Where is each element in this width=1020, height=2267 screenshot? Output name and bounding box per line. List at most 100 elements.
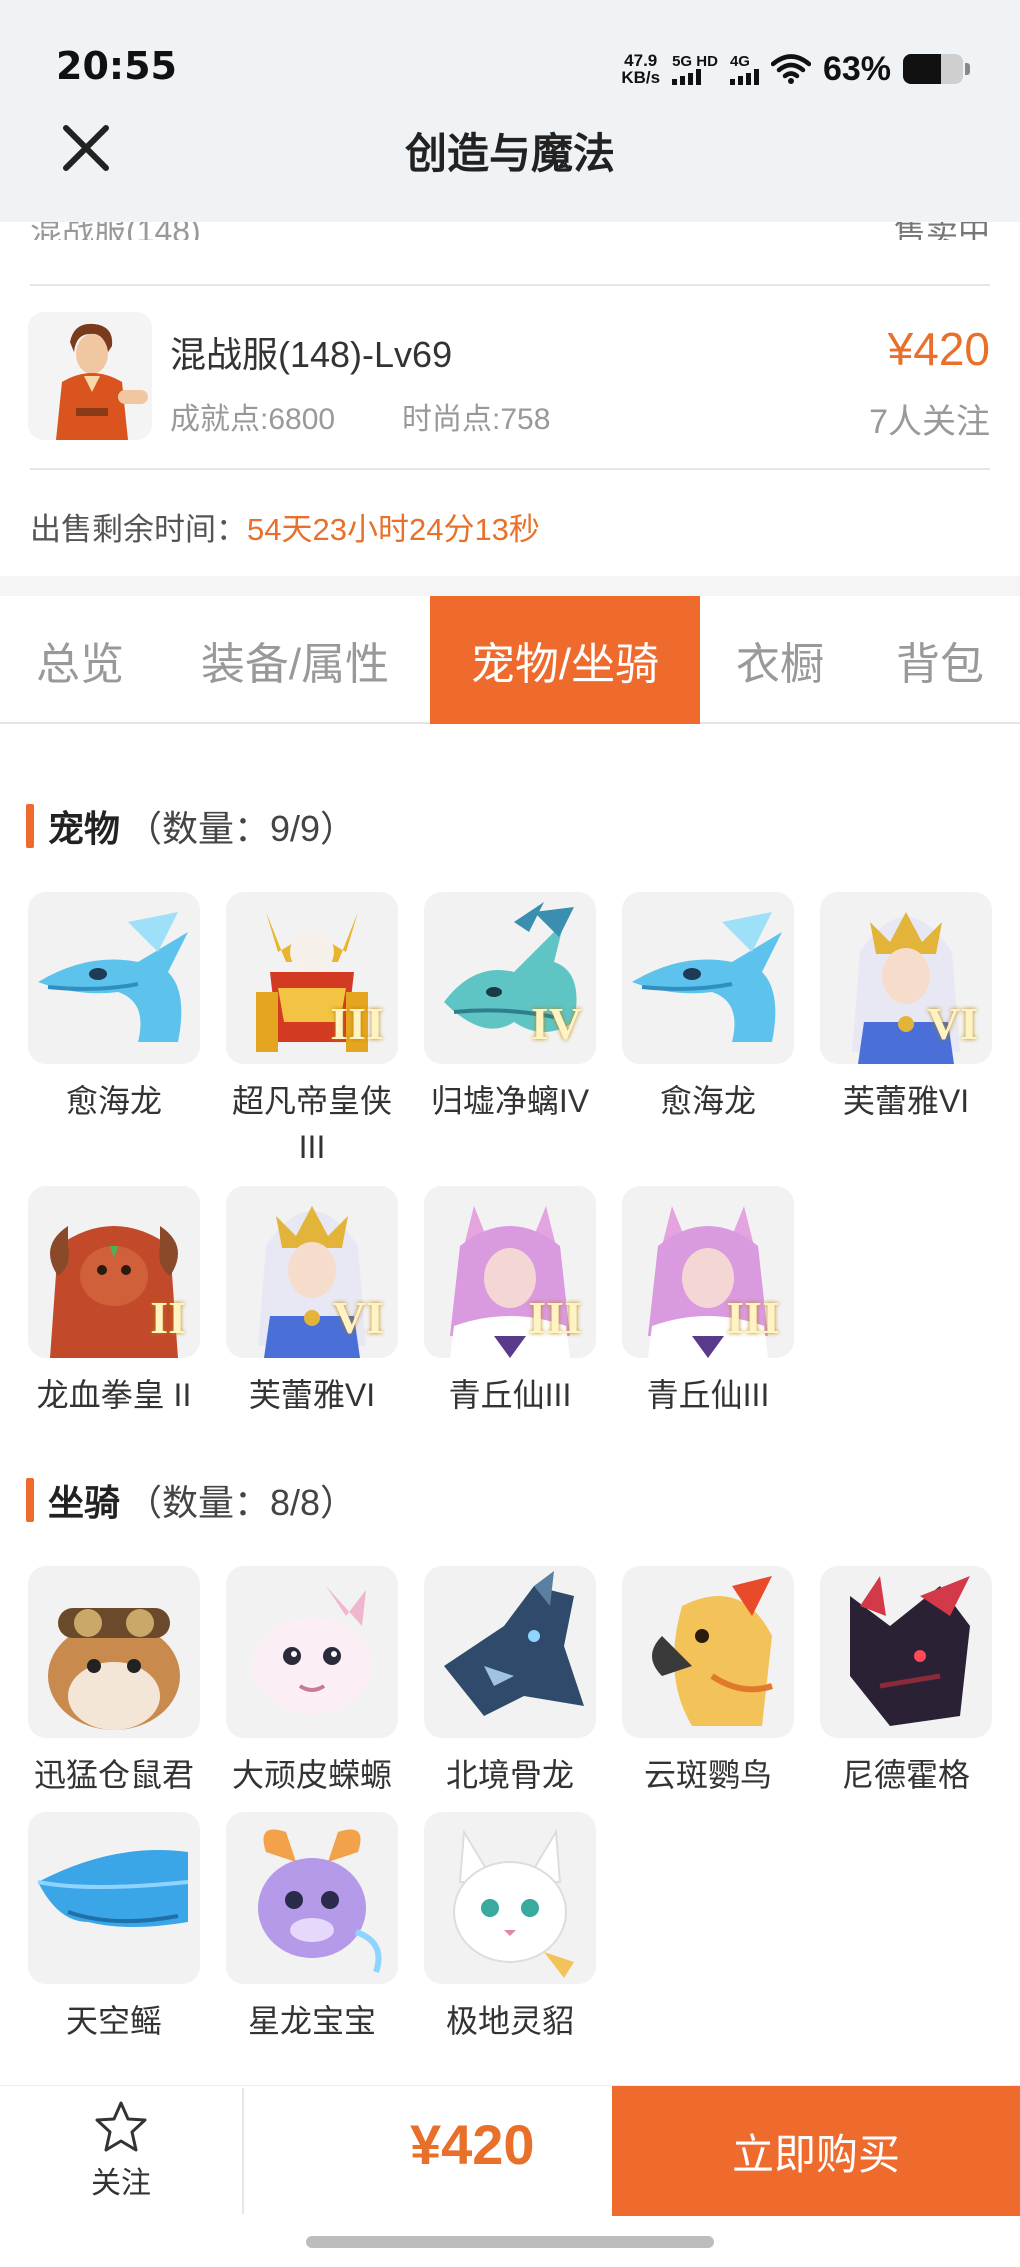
- mount-name: 极地灵貂: [445, 2003, 574, 2039]
- pet-item[interactable]: II 龙血拳皇 II: [28, 1186, 200, 1418]
- rank-badge: III: [528, 1292, 582, 1343]
- tab-overview[interactable]: 总览: [0, 596, 160, 724]
- mount-name: 云斑鹦鸟: [643, 1757, 772, 1793]
- previous-row-right: 售卖中: [893, 222, 990, 240]
- pet-item[interactable]: IV 归墟净螭IV: [424, 892, 596, 1124]
- section-separator: [0, 576, 1020, 596]
- mount-name: 北境骨龙: [445, 1757, 574, 1793]
- followers-count: 7人关注: [869, 403, 990, 441]
- pets-title: 宠物: [48, 808, 121, 849]
- network-speed-unit: KB/s: [621, 68, 661, 87]
- previous-row-cut: 混战服(148) 售卖中: [0, 222, 1020, 240]
- fox-fairy-icon: III: [622, 1186, 794, 1358]
- mount-name: 天空鳐: [65, 2003, 162, 2039]
- bottom-action-bar: 关注 ¥420 立即购买: [0, 2085, 1020, 2216]
- mounts-count: （数量：8/8）: [126, 1482, 357, 1523]
- tab-equipment[interactable]: 装备/属性: [160, 596, 430, 724]
- pet-item[interactable]: VI 芙蕾雅VI: [820, 892, 992, 1124]
- buy-now-button[interactable]: 立即购买: [612, 2086, 1020, 2216]
- mount-name: 星龙宝宝: [247, 2003, 376, 2039]
- mount-item[interactable]: 云斑鹦鸟: [622, 1566, 794, 1798]
- mount-name: 迅猛仓鼠君: [33, 1757, 194, 1793]
- baby-dragon-icon: [226, 1812, 398, 1984]
- pet-name: 愈海龙: [65, 1083, 162, 1119]
- mount-item[interactable]: 北境骨龙: [424, 1566, 596, 1798]
- buy-now-label: 立即购买: [731, 2130, 900, 2178]
- pet-name: 愈海龙: [659, 1083, 756, 1119]
- ice-dragon-icon: [622, 892, 794, 1064]
- mount-item[interactable]: 天空鳐: [28, 1812, 200, 2044]
- dark-dragon-icon: [820, 1566, 992, 1738]
- rank-badge: III: [330, 998, 384, 1049]
- signal-bars-icon: [672, 68, 702, 85]
- mount-item[interactable]: 尼德霍格: [820, 1566, 992, 1798]
- achievement-points: 成就点:6800: [170, 403, 336, 436]
- remaining-time-value: 54天23小时24分13秒: [247, 512, 540, 547]
- remaining-time-label: 出售剩余时间：: [30, 512, 247, 547]
- pet-item[interactable]: III 青丘仙III: [424, 1186, 596, 1418]
- mount-name: 大顽皮蝾螈: [231, 1757, 392, 1793]
- pet-item[interactable]: III 青丘仙III: [622, 1186, 794, 1418]
- axolotl-icon: [226, 1566, 398, 1738]
- follow-button[interactable]: 关注: [0, 2086, 242, 2216]
- home-indicator[interactable]: [306, 2236, 714, 2248]
- mount-name: 尼德霍格: [841, 1757, 970, 1793]
- battery-cap: [965, 63, 970, 75]
- top-bar: 20:55 47.9 KB/s 5G HD 4G 63% 创造与魔法: [0, 0, 1020, 222]
- pet-item[interactable]: 愈海龙: [28, 892, 200, 1124]
- follow-label: 关注: [91, 2167, 151, 2200]
- ice-dragon-icon: [28, 892, 200, 1064]
- rank-badge: IV: [530, 998, 582, 1049]
- snow-fox-icon: [424, 1812, 596, 1984]
- page-title: 创造与魔法: [404, 130, 615, 177]
- mount-item[interactable]: 星龙宝宝: [226, 1812, 398, 2044]
- divider: [242, 2088, 244, 2214]
- tab-label: 宠物/坐骑: [470, 640, 660, 689]
- sky-ray-icon: [28, 1812, 200, 1984]
- tab-wardrobe[interactable]: 衣橱: [700, 596, 860, 724]
- mount-item[interactable]: 极地灵貂: [424, 1812, 596, 2044]
- pets-section-title: 宠物 （数量：9/9）: [26, 800, 356, 852]
- rank-badge: VI: [332, 1292, 384, 1343]
- divider: [30, 468, 990, 470]
- tab-backpack[interactable]: 背包: [860, 596, 1020, 724]
- pet-item[interactable]: 愈海龙: [622, 892, 794, 1124]
- divider: [30, 284, 990, 286]
- battery-icon: [903, 54, 963, 84]
- wifi-icon: [770, 54, 811, 84]
- bone-dragon-icon: [424, 1566, 596, 1738]
- tab-label: 总览: [36, 640, 124, 689]
- status-time: 20:55: [56, 44, 177, 88]
- signal-bars-icon: [729, 68, 759, 85]
- signal-5g: 5G HD: [672, 54, 718, 85]
- valkyrie-icon: VI: [820, 892, 992, 1064]
- mount-item[interactable]: 大顽皮蝾螈: [226, 1566, 398, 1798]
- pet-name: 芙蕾雅VI: [842, 1083, 970, 1119]
- status-bar: 20:55 47.9 KB/s 5G HD 4G 63%: [0, 0, 1020, 120]
- rank-badge: VI: [926, 998, 978, 1049]
- star-icon: [95, 2101, 147, 2152]
- pet-item[interactable]: VI 芙蕾雅VI: [226, 1186, 398, 1418]
- tab-pets-mounts[interactable]: 宠物/坐骑: [430, 596, 700, 724]
- mount-item[interactable]: 迅猛仓鼠君: [28, 1566, 200, 1798]
- section-marker: [26, 1478, 34, 1522]
- pet-item[interactable]: III 超凡帝皇侠III: [226, 892, 398, 1170]
- character-name: 混战服(148)-Lv69: [170, 334, 453, 375]
- mounts-title: 坐骑: [48, 1482, 121, 1523]
- status-indicators: 47.9 KB/s 5G HD 4G 63%: [621, 44, 970, 94]
- pet-name: 龙血拳皇 II: [36, 1377, 192, 1413]
- character-avatar: [28, 312, 152, 440]
- pet-name: 归墟净螭IV: [430, 1083, 590, 1119]
- parrot-icon: [622, 1566, 794, 1738]
- bottom-price: ¥420: [410, 2113, 535, 2176]
- tab-label: 装备/属性: [200, 640, 390, 689]
- previous-row-left: 混战服(148): [30, 222, 201, 240]
- pet-name: 芙蕾雅VI: [248, 1377, 376, 1413]
- network-speed: 47.9 KB/s: [621, 52, 660, 86]
- section-marker: [26, 804, 34, 848]
- network-speed-value: 47.9: [624, 51, 658, 70]
- gold-knight-icon: III: [226, 892, 398, 1064]
- rank-badge: III: [726, 1292, 780, 1343]
- pet-name: 青丘仙III: [646, 1377, 770, 1413]
- remaining-time: 出售剩余时间：54天23小时24分13秒: [30, 504, 540, 549]
